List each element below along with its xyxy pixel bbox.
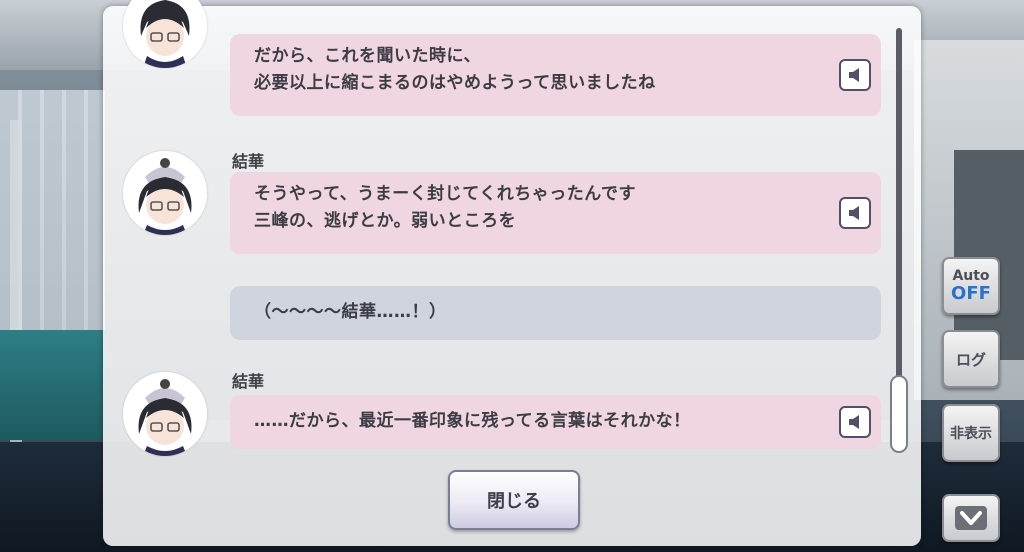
dialogue-line: ……だから、最近一番印象に残ってる言葉はそれかな！ <box>254 411 691 431</box>
auto-label: Auto <box>952 267 990 284</box>
dialogue-line: そうやって、うまーく封じてくれちゃったんです <box>254 184 636 204</box>
speaker-icon <box>849 415 859 429</box>
speaker-icon <box>849 206 859 220</box>
hide-button[interactable]: 非表示 <box>942 404 1000 462</box>
voice-replay-button[interactable] <box>839 197 871 229</box>
auto-state: OFF <box>951 282 991 304</box>
speaker-icon <box>849 68 859 82</box>
close-label: 閉じる <box>487 491 541 512</box>
narration-line: （～～～～結華……！） <box>254 302 447 322</box>
voice-replay-button[interactable] <box>839 406 871 438</box>
auto-button[interactable]: Auto OFF <box>942 257 1000 315</box>
dialogue-line: 必要以上に縮こまるのはやめようって思いましたね <box>254 73 656 93</box>
dialogue-bubble: ……だから、最近一番印象に残ってる言葉はそれかな！ <box>230 395 881 449</box>
scrollbar-thumb[interactable] <box>890 375 908 453</box>
avatar <box>123 372 207 456</box>
dialogue-bubble: だから、これを聞いた時に、 必要以上に縮こまるのはやめようって思いましたね <box>230 34 881 116</box>
log-button[interactable]: ログ <box>942 330 1000 388</box>
dialogue-line: 三峰の、逃げとか。弱いところを <box>254 211 517 231</box>
hide-label: 非表示 <box>950 426 992 442</box>
log-label: ログ <box>955 350 986 369</box>
chevron-down-icon <box>955 506 987 530</box>
avatar <box>123 0 207 68</box>
speaker-name: 結華 <box>232 372 265 391</box>
close-button[interactable]: 閉じる <box>448 470 580 530</box>
narration-bubble: （～～～～結華……！） <box>230 286 881 340</box>
voice-replay-button[interactable] <box>839 59 871 91</box>
speaker-name: 結華 <box>232 152 265 171</box>
backlog-panel[interactable]: だから、これを聞いた時に、 必要以上に縮こまるのはやめようって思いましたね 結華… <box>103 0 921 546</box>
scroll-down-button[interactable] <box>942 494 1000 542</box>
dialogue-bubble: そうやって、うまーく封じてくれちゃったんです 三峰の、逃げとか。弱いところを <box>230 172 881 254</box>
dialogue-line: だから、これを聞いた時に、 <box>254 46 481 66</box>
avatar <box>123 151 207 235</box>
